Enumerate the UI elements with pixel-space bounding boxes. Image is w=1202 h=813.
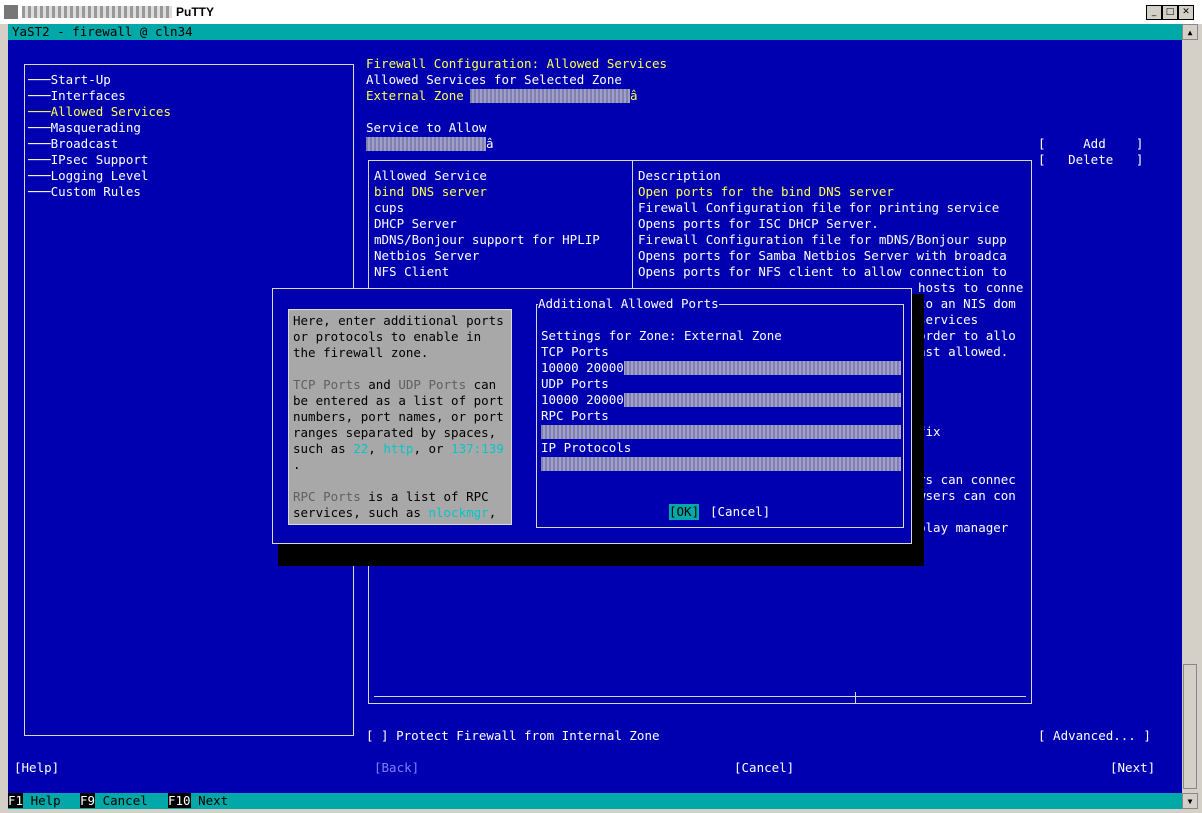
window-titlebar[interactable]: PuTTY _ □ ✕ bbox=[0, 0, 1202, 24]
table-cell-description[interactable]: Firewall Configuration file for printing… bbox=[638, 200, 999, 216]
tcp-ports-label: TCP Ports bbox=[541, 344, 609, 359]
ip-protocols-input[interactable] bbox=[541, 457, 901, 471]
help-text: be entered as a list of port bbox=[293, 393, 504, 408]
nav-item-custom-rules[interactable]: ───Custom Rules bbox=[28, 184, 141, 200]
page-title: Firewall Configuration: Allowed Services bbox=[366, 56, 668, 71]
table-cell-description[interactable]: Firewall Configuration file for mDNS/Bon… bbox=[638, 232, 1007, 248]
help-text: or protocols to enable in bbox=[293, 329, 482, 344]
zone-dropdown-arrow[interactable]: â bbox=[630, 88, 638, 104]
nav-item-masquerading[interactable]: ───Masquerading bbox=[28, 120, 141, 136]
nav-item-start-up[interactable]: ───Start-Up bbox=[28, 72, 111, 88]
table-cell-partial: wsers can con bbox=[918, 488, 1016, 503]
help-text: TCP Ports and UDP Ports can bbox=[293, 377, 497, 392]
rpc-ports-label: RPC Ports bbox=[541, 408, 609, 423]
help-text: numbers, port names, or port bbox=[293, 409, 504, 424]
help-button[interactable]: [Help] bbox=[14, 760, 59, 776]
nav-item-logging-level[interactable]: ───Logging Level bbox=[28, 168, 148, 184]
cancel-button[interactable]: [Cancel] bbox=[734, 760, 794, 776]
zone-label: External Zone bbox=[366, 88, 464, 103]
scroll-up-icon[interactable]: ▲ bbox=[1182, 24, 1198, 40]
scroll-thumb[interactable] bbox=[1183, 664, 1197, 789]
maximize-icon[interactable]: □ bbox=[1162, 5, 1178, 20]
table-header-service: Allowed Service bbox=[374, 168, 487, 183]
table-row[interactable]: DHCP Server bbox=[374, 216, 457, 232]
dialog-shadow bbox=[912, 294, 924, 566]
table-cell-partial: play manager bbox=[918, 520, 1009, 535]
help-text: ranges separated by spaces, bbox=[293, 425, 497, 440]
service-label: Service to Allow bbox=[366, 120, 487, 135]
table-header-description: Description bbox=[638, 168, 721, 183]
scroll-down-icon[interactable]: ▼ bbox=[1182, 793, 1198, 809]
table-column-divider bbox=[632, 161, 633, 301]
rpc-ports-input[interactable] bbox=[541, 425, 901, 439]
help-text: Here, enter additional ports bbox=[293, 313, 504, 328]
table-row[interactable]: mDNS/Bonjour support for HPLIP bbox=[374, 232, 600, 248]
dialog-title: Additional Allowed Ports bbox=[538, 296, 719, 312]
terminal-scrollbar[interactable]: ▲ ▼ bbox=[1182, 24, 1198, 809]
advanced-button[interactable]: [ Advanced... ] bbox=[1038, 728, 1151, 744]
terminal-area[interactable]: YaST2 - firewall @ cln34 ───Start-Up ───… bbox=[8, 24, 1182, 809]
udp-ports-value[interactable]: 10000 20000 bbox=[541, 392, 624, 408]
page-subtitle: Allowed Services for Selected Zone bbox=[366, 72, 622, 87]
help-text: RPC Ports is a list of RPC bbox=[293, 489, 489, 504]
table-cell-partial: ast allowed. bbox=[918, 344, 1009, 359]
tcp-ports-value[interactable]: 10000 20000 bbox=[541, 360, 624, 376]
fkey-f10[interactable]: F10 Next bbox=[168, 793, 228, 809]
table-cell-partial: hosts to conne bbox=[918, 280, 1024, 295]
table-cell-partial: rs can connec bbox=[918, 472, 1016, 487]
nav-item-allowed-services[interactable]: ───Allowed Services bbox=[28, 104, 171, 120]
table-cell-partial: services bbox=[918, 312, 979, 327]
service-select[interactable] bbox=[366, 137, 486, 151]
table-row[interactable]: NFS Client bbox=[374, 264, 449, 280]
delete-button[interactable]: [ Delete ] bbox=[1038, 152, 1143, 168]
yast-header: YaST2 - firewall @ cln34 bbox=[8, 24, 1182, 40]
table-cell-partial: order to allo bbox=[918, 328, 1016, 343]
help-panel: Here, enter additional ports or protocol… bbox=[288, 309, 512, 525]
table-hscroll-thumb[interactable] bbox=[855, 692, 856, 704]
close-icon[interactable]: ✕ bbox=[1178, 5, 1194, 20]
table-cell-description[interactable]: Opens ports for Samba Netbios Server wit… bbox=[638, 248, 1007, 264]
table-cell-description[interactable]: Open ports for the bind DNS server bbox=[638, 184, 894, 200]
dialog-cancel-button[interactable]: [Cancel] bbox=[710, 504, 770, 520]
next-button[interactable]: [Next] bbox=[1110, 760, 1155, 776]
nav-item-interfaces[interactable]: ───Interfaces bbox=[28, 88, 126, 104]
fkey-f9[interactable]: F9 Cancel bbox=[80, 793, 148, 809]
table-row[interactable]: bind DNS server bbox=[374, 184, 487, 200]
ip-protocols-label: IP Protocols bbox=[541, 440, 632, 455]
service-dropdown-arrow[interactable]: â bbox=[486, 136, 494, 152]
help-text: the firewall zone. bbox=[293, 345, 429, 360]
zone-select[interactable] bbox=[470, 89, 630, 103]
function-key-bar: F1 Help F9 Cancel F10 Next bbox=[8, 793, 1182, 809]
udp-ports-label: UDP Ports bbox=[541, 376, 609, 391]
back-button[interactable]: [Back] bbox=[374, 760, 419, 776]
putty-icon[interactable] bbox=[4, 5, 18, 19]
help-text: services, such as nlockmgr, bbox=[293, 505, 497, 520]
table-hscrollbar[interactable] bbox=[374, 696, 1026, 697]
table-cell-description[interactable]: Opens ports for NFS client to allow conn… bbox=[638, 264, 1007, 280]
window-title: PuTTY bbox=[176, 5, 214, 19]
minimize-icon[interactable]: _ bbox=[1146, 5, 1162, 20]
obscured-title bbox=[22, 6, 172, 18]
fkey-f1[interactable]: F1 Help bbox=[8, 793, 61, 809]
table-row[interactable]: cups bbox=[374, 200, 404, 216]
nav-item-ipsec-support[interactable]: ───IPsec Support bbox=[28, 152, 148, 168]
help-text: such as 22, http, or 137:139 bbox=[293, 441, 504, 456]
table-row[interactable]: Netbios Server bbox=[374, 248, 479, 264]
table-cell-partial: to an NIS dom bbox=[918, 296, 1016, 311]
nav-item-broadcast[interactable]: ───Broadcast bbox=[28, 136, 118, 152]
add-button[interactable]: [ Add ] bbox=[1038, 136, 1143, 152]
ok-button[interactable]: [OK] bbox=[669, 504, 700, 520]
table-cell-description[interactable]: Opens ports for ISC DHCP Server. bbox=[638, 216, 879, 232]
putty-window: PuTTY _ □ ✕ YaST2 - firewall @ cln34 ───… bbox=[0, 0, 1202, 813]
dialog-shadow bbox=[278, 544, 924, 566]
protect-firewall-checkbox[interactable]: [ ] Protect Firewall from Internal Zone bbox=[366, 728, 660, 744]
yast-header-text: YaST2 - firewall @ cln34 bbox=[12, 24, 193, 39]
help-text: . bbox=[293, 457, 301, 472]
zone-settings-label: Settings for Zone: External Zone bbox=[541, 328, 782, 343]
